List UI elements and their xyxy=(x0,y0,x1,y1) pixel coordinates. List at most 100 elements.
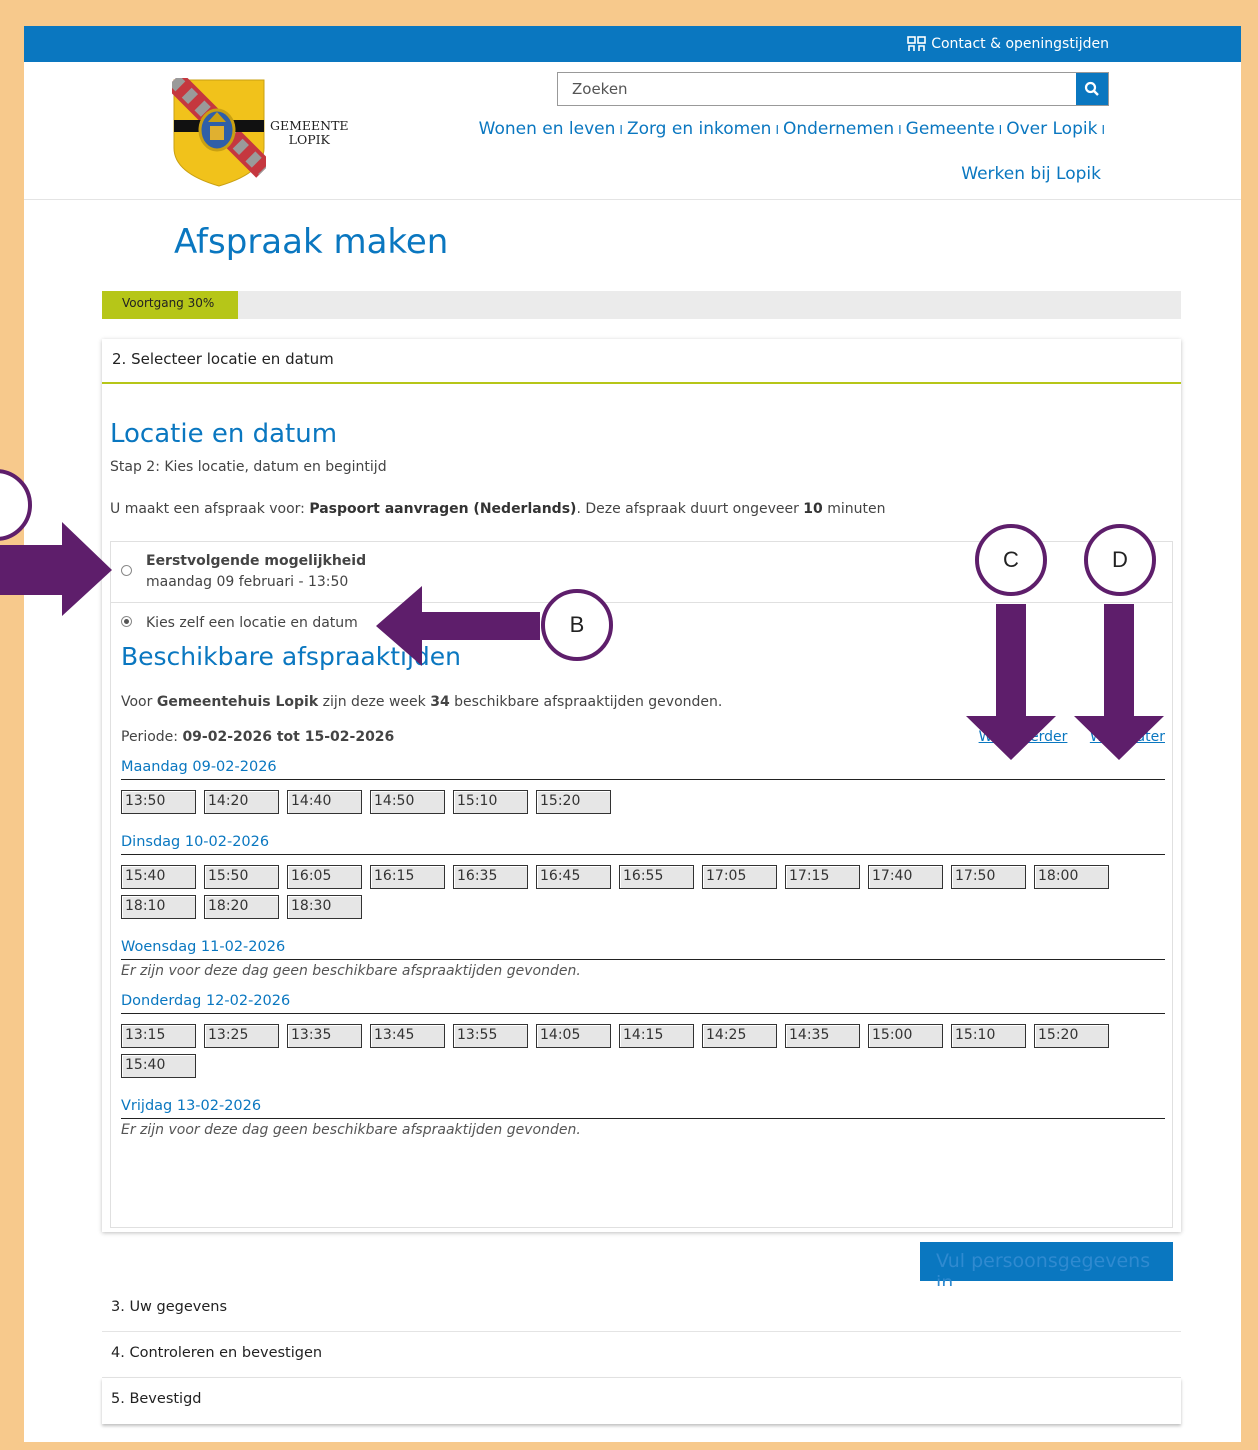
time-slot-button[interactable]: 14:25 xyxy=(702,1024,777,1048)
choose-self-label: Kies zelf een locatie en datum xyxy=(146,615,358,631)
time-slot-button[interactable]: 15:40 xyxy=(121,1054,196,1078)
found-middle: zijn deze week xyxy=(318,694,431,710)
day-heading: Vrijdag 13-02-2026 xyxy=(121,1098,1165,1119)
found-location: Gemeentehuis Lopik xyxy=(156,694,319,710)
time-slot-button[interactable]: 16:45 xyxy=(536,865,611,889)
step-2-panel: 2. Selecteer locatie en datum Locatie en… xyxy=(102,339,1181,1232)
time-slot-button[interactable]: 16:35 xyxy=(453,865,528,889)
first-available-date: maandag 09 februari - 13:50 xyxy=(146,574,349,590)
time-slot-button[interactable]: 15:10 xyxy=(453,790,528,814)
time-slot-button[interactable]: 15:00 xyxy=(868,1024,943,1048)
time-slot-button[interactable]: 17:50 xyxy=(951,865,1026,889)
next-button[interactable]: Vul persoonsgegevens in xyxy=(920,1242,1173,1294)
step-2-header[interactable]: 2. Selecteer locatie en datum xyxy=(102,339,1181,384)
nav-separator: I xyxy=(1101,123,1105,137)
time-slot-button[interactable]: 14:20 xyxy=(204,790,279,814)
choose-self-radio[interactable] xyxy=(121,616,132,627)
main-navigation: Wonen en leven I Zorg en inkomen I Onderneme… xyxy=(459,116,1109,187)
nav-item-gemeente[interactable]: Gemeente xyxy=(906,119,995,139)
time-slot-button[interactable]: 18:10 xyxy=(121,895,196,919)
section-title: Locatie en datum xyxy=(110,419,338,449)
appointment-intro: U maakt een afspraak voor: Paspoort aanv… xyxy=(110,501,885,517)
day-section: Dinsdag 10-02-2026 15:40 15:50 16:05 16:15 16… xyxy=(121,834,1165,925)
time-slot-button[interactable]: 17:15 xyxy=(785,865,860,889)
day-heading: Donderdag 12-02-2026 xyxy=(121,993,1165,1014)
intro-prefix: U maakt een afspraak voor: xyxy=(110,501,310,517)
time-slot-button[interactable]: 15:50 xyxy=(204,865,279,889)
available-times-title: Beschikbare afspraaktijden xyxy=(121,642,462,671)
first-available-title: Eerstvolgende mogelijkheid xyxy=(146,553,367,569)
nav-item-wonen[interactable]: Wonen en leven xyxy=(479,119,616,139)
logo-line-1: GEMEENTE xyxy=(270,118,349,133)
time-slot-button[interactable]: 18:00 xyxy=(1034,865,1109,889)
week-navigation: Week eerder Week later xyxy=(961,729,1165,745)
time-slot-button[interactable]: 13:15 xyxy=(121,1024,196,1048)
time-slot-button[interactable]: 14:40 xyxy=(287,790,362,814)
nav-separator: I xyxy=(775,123,779,137)
day-heading: Woensdag 11-02-2026 xyxy=(121,939,1165,960)
days-list: Maandag 09-02-2026 13:50 14:20 14:40 14:50 15… xyxy=(121,759,1165,1138)
intro-middle: . Deze afspraak duurt ongeveer xyxy=(576,501,804,517)
browser-frame: Contact & openingstijden GEMEENTE LOPIK … xyxy=(24,26,1241,1442)
annotation-c: C xyxy=(975,524,1047,596)
time-slot-button[interactable]: 14:15 xyxy=(619,1024,694,1048)
progress-bar: Voortgang 30% xyxy=(102,291,1181,319)
period-label: Periode: xyxy=(121,729,183,745)
nav-item-ondernemen[interactable]: Ondernemen xyxy=(783,119,894,139)
time-slot-button[interactable]: 13:50 xyxy=(121,790,196,814)
contact-link[interactable]: Contact & openingstijden xyxy=(907,36,1109,52)
time-slot-button[interactable]: 13:55 xyxy=(453,1024,528,1048)
time-slot-button[interactable]: 15:40 xyxy=(121,865,196,889)
time-slot-button[interactable]: 16:05 xyxy=(287,865,362,889)
annotation-d: D xyxy=(1084,524,1156,596)
time-slot-button[interactable]: 14:50 xyxy=(370,790,445,814)
time-slot-button[interactable]: 14:05 xyxy=(536,1024,611,1048)
week-later-link[interactable]: Week later xyxy=(1090,729,1165,745)
first-available-radio[interactable] xyxy=(121,565,132,576)
nav-item-over-lopik[interactable]: Over Lopik xyxy=(1006,119,1097,139)
intro-minutes: 10 xyxy=(803,501,823,517)
time-slot-button[interactable]: 17:05 xyxy=(702,865,777,889)
time-slot-button[interactable]: 16:15 xyxy=(370,865,445,889)
time-slot-button[interactable]: 18:30 xyxy=(287,895,362,919)
logo-line-2: LOPIK xyxy=(288,132,330,147)
day-section: Maandag 09-02-2026 13:50 14:20 14:40 14:50 15… xyxy=(121,759,1165,820)
step-3-header[interactable]: 3. Uw gegevens xyxy=(102,1286,1181,1332)
time-slot-button[interactable]: 13:35 xyxy=(287,1024,362,1048)
search-box: Zoeken xyxy=(557,72,1109,106)
time-slot-list: 13:15 13:25 13:35 13:45 13:55 14:05 14:15 14:25… xyxy=(121,1024,1165,1084)
time-slot-button[interactable]: 13:45 xyxy=(370,1024,445,1048)
time-slot-list: 13:50 14:20 14:40 14:50 15:10 15:20 xyxy=(121,790,1165,820)
time-slot-button[interactable]: 15:10 xyxy=(951,1024,1026,1048)
search-button[interactable] xyxy=(1076,73,1108,105)
time-slot-button[interactable]: 13:25 xyxy=(204,1024,279,1048)
day-heading: Dinsdag 10-02-2026 xyxy=(121,834,1165,855)
nav-item-werken[interactable]: Werken bij Lopik xyxy=(961,164,1101,184)
date-options: Eerstvolgende mogelijkheid maandag 09 fe… xyxy=(110,541,1173,1228)
found-prefix: Voor xyxy=(121,694,157,710)
municipality-logo[interactable]: GEMEENTE LOPIK xyxy=(172,78,349,188)
nav-item-zorg[interactable]: Zorg en inkomen xyxy=(627,119,772,139)
time-slot-button[interactable]: 16:55 xyxy=(619,865,694,889)
step-4-header[interactable]: 4. Controleren en bevestigen xyxy=(102,1332,1181,1378)
option-choose-self[interactable]: Kies zelf een locatie en datum xyxy=(111,603,1172,643)
coat-of-arms-icon xyxy=(172,78,266,187)
intro-service: Paspoort aanvragen (Nederlands) xyxy=(309,501,577,517)
nav-separator: I xyxy=(898,123,902,137)
available-times: Beschikbare afspraaktijden Voor Gemeente… xyxy=(121,642,1165,1138)
time-slot-button[interactable]: 14:35 xyxy=(785,1024,860,1048)
time-slot-button[interactable]: 15:20 xyxy=(1034,1024,1109,1048)
no-times-message: Er zijn voor deze dag geen beschikbare a… xyxy=(121,963,581,979)
day-section: Donderdag 12-02-2026 13:15 13:25 13:35 13:45… xyxy=(121,993,1165,1084)
no-times-message: Er zijn voor deze dag geen beschikbare a… xyxy=(121,1122,581,1138)
time-slot-button[interactable]: 17:40 xyxy=(868,865,943,889)
day-section: Vrijdag 13-02-2026 Er zijn voor deze dag … xyxy=(121,1098,1165,1138)
search-input[interactable]: Zoeken xyxy=(558,73,1076,105)
time-slot-button[interactable]: 18:20 xyxy=(204,895,279,919)
nav-separator: I xyxy=(619,123,623,137)
time-slot-button[interactable]: 15:20 xyxy=(536,790,611,814)
day-heading: Maandag 09-02-2026 xyxy=(121,759,1165,780)
search-icon xyxy=(1084,81,1099,96)
step-5-header[interactable]: 5. Bevestigd xyxy=(102,1378,1181,1424)
week-earlier-link[interactable]: Week eerder xyxy=(979,729,1068,745)
